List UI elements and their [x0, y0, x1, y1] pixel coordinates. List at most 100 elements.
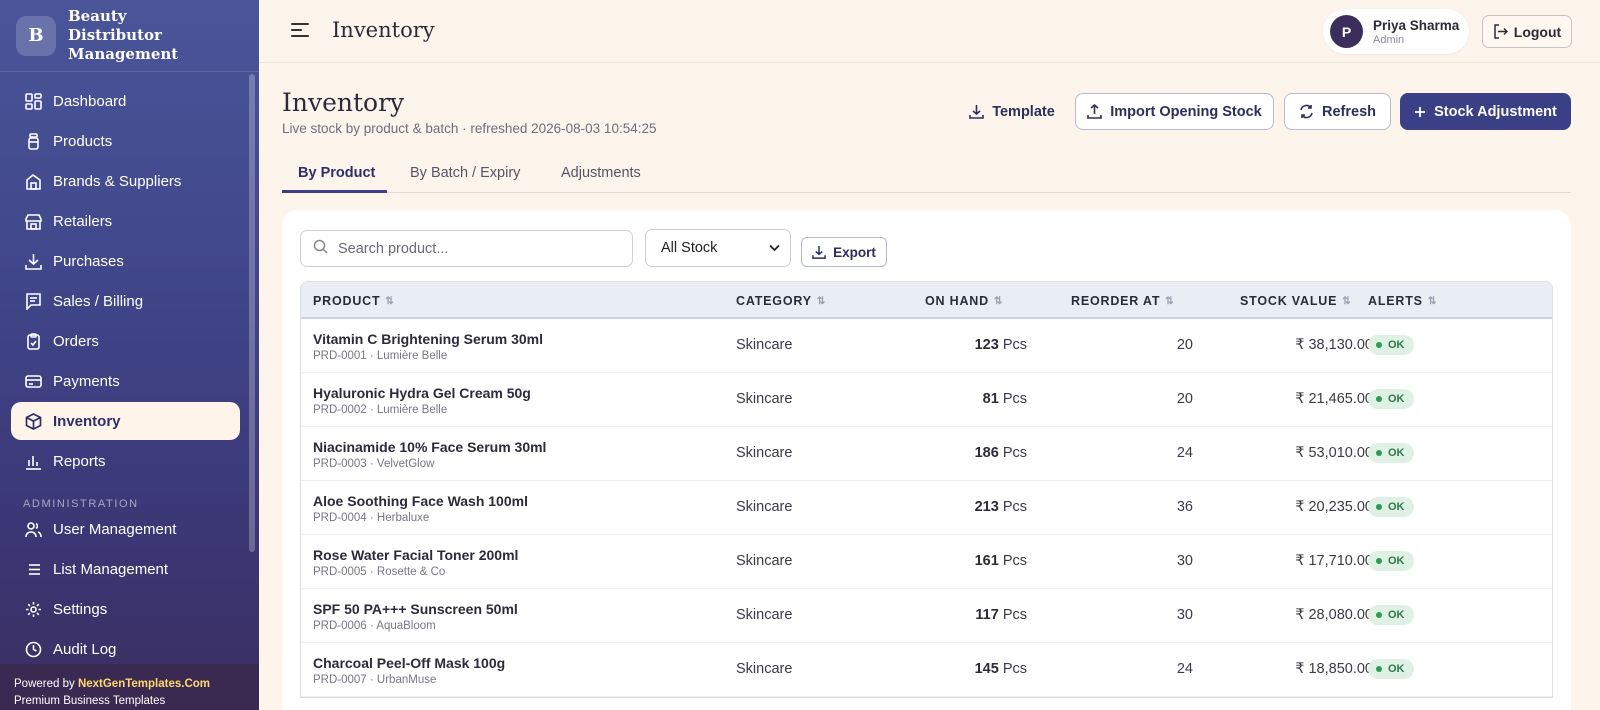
table-header: PRODUCT ⇅ CATEGORY ⇅ ON HAND ⇅ REORDER AT ⇅ …	[301, 282, 1552, 319]
sidebar-item-brands-suppliers[interactable]: Brands & Suppliers	[11, 162, 240, 200]
stock-value-cell: ₹ 28,080.00	[1295, 607, 1373, 623]
stock-value-cell: ₹ 20,235.00	[1295, 499, 1373, 515]
section-label-administration: ADMINISTRATION	[23, 498, 139, 510]
reorder-cell: 24	[1176, 661, 1193, 677]
product-name[interactable]: Charcoal Peel-Off Mask 100g	[313, 655, 505, 671]
tab-by-product[interactable]: By Product	[298, 165, 375, 181]
bar-chart-icon	[24, 452, 42, 470]
sidebar-scrollbar[interactable]	[249, 74, 255, 552]
on-hand-qty: 186	[974, 445, 999, 461]
export-label: Export	[833, 244, 876, 260]
table-row[interactable]: SPF 50 PA+++ Sunscreen 50ml PRD-0006 · A…	[301, 589, 1552, 643]
sidebar-item-sales-billing[interactable]: Sales / Billing	[11, 282, 240, 320]
reorder-cell: 20	[1176, 337, 1193, 353]
clock-icon	[24, 640, 42, 658]
sidebar-item-settings[interactable]: Settings	[11, 590, 240, 628]
category-cell: Skincare	[736, 391, 793, 407]
sidebar-item-label: Products	[53, 132, 113, 150]
user-name: Priya Sharma	[1373, 17, 1460, 33]
export-button[interactable]: Export	[801, 237, 887, 267]
status-badge: OK	[1368, 443, 1414, 463]
product-meta: PRD-0006 · AquaBloom	[313, 620, 436, 632]
status-badge-label: OK	[1388, 609, 1405, 621]
sidebar-item-list-management[interactable]: List Management	[11, 550, 240, 588]
sidebar-item-payments[interactable]: Payments	[11, 362, 240, 400]
user-menu[interactable]: P Priya Sharma Admin	[1323, 9, 1469, 54]
brand[interactable]: B Beauty Distributor Management	[0, 0, 259, 72]
product-name[interactable]: Hyaluronic Hydra Gel Cream 50g	[313, 385, 531, 401]
column-header-on-hand[interactable]: ON HAND ⇅	[925, 294, 1002, 308]
status-badge-label: OK	[1388, 501, 1405, 513]
on-hand-cell: 117 Pcs	[975, 607, 1027, 623]
column-header-reorder-at[interactable]: REORDER AT ⇅	[1071, 294, 1174, 308]
product-name[interactable]: SPF 50 PA+++ Sunscreen 50ml	[313, 601, 518, 617]
status-badge-label: OK	[1388, 555, 1405, 567]
status-dot-icon	[1376, 342, 1382, 348]
powered-by-line: Powered by NextGenTemplates.Com	[14, 676, 245, 693]
tab-by-batch-expiry[interactable]: By Batch / Expiry	[410, 165, 520, 181]
product-name[interactable]: Aloe Soothing Face Wash 100ml	[313, 493, 528, 509]
table-row[interactable]: Charcoal Peel-Off Mask 100g PRD-0007 · U…	[301, 643, 1552, 697]
sidebar-item-products[interactable]: Products	[11, 122, 240, 160]
reorder-cell: 20	[1176, 391, 1193, 407]
refresh-label: Refresh	[1322, 103, 1376, 120]
table-row[interactable]: Rose Water Facial Toner 200ml PRD-0005 ·…	[301, 535, 1552, 589]
column-header-stock-value[interactable]: STOCK VALUE ⇅	[1240, 294, 1351, 308]
product-name[interactable]: Rose Water Facial Toner 200ml	[313, 547, 518, 563]
table-row[interactable]: Aloe Soothing Face Wash 100ml PRD-0004 ·…	[301, 481, 1552, 535]
sort-icon: ⇅	[1342, 295, 1351, 307]
table-row[interactable]: Vitamin C Brightening Serum 30ml PRD-000…	[301, 319, 1552, 373]
on-hand-cell: 186 Pcs	[975, 445, 1027, 461]
status-dot-icon	[1376, 612, 1382, 618]
upload-icon	[1087, 104, 1103, 119]
search-input[interactable]	[338, 240, 618, 257]
stock-value-cell: ₹ 53,010.00	[1295, 445, 1373, 461]
download-icon	[969, 104, 985, 119]
column-header-category[interactable]: CATEGORY ⇅	[736, 294, 825, 308]
column-header-product[interactable]: PRODUCT ⇅	[313, 294, 394, 308]
category-cell: Skincare	[736, 607, 793, 623]
status-badge: OK	[1368, 605, 1414, 625]
status-badge-label: OK	[1388, 393, 1405, 405]
stock-adjustment-button[interactable]: Stock Adjustment	[1400, 93, 1571, 130]
bottle-icon	[24, 132, 42, 150]
on-hand-cell: 123 Pcs	[975, 337, 1027, 353]
sidebar-item-label: Payments	[53, 372, 120, 390]
tab-adjustments[interactable]: Adjustments	[561, 165, 641, 181]
stock-value-cell: ₹ 18,850.00	[1295, 661, 1373, 677]
menu-toggle-icon[interactable]	[291, 23, 309, 39]
on-hand-unit: Pcs	[1002, 337, 1027, 353]
logout-button[interactable]: Logout	[1482, 15, 1572, 48]
sidebar-item-retailers[interactable]: Retailers	[11, 202, 240, 240]
sidebar-item-label: List Management	[53, 560, 169, 578]
template-button[interactable]: Template	[962, 93, 1062, 130]
powered-brand-link[interactable]: NextGenTemplates.Com	[78, 678, 210, 690]
product-name[interactable]: Vitamin C Brightening Serum 30ml	[313, 331, 543, 347]
product-meta: PRD-0004 · Herbaluxe	[313, 512, 430, 524]
list-icon	[24, 560, 42, 578]
refresh-button[interactable]: Refresh	[1284, 93, 1391, 130]
sidebar-item-user-management[interactable]: User Management	[11, 510, 240, 548]
on-hand-unit: Pcs	[1002, 661, 1027, 677]
product-meta: PRD-0003 · VelvetGlow	[313, 458, 435, 470]
stock-filter-select[interactable]: All Stock	[645, 229, 791, 267]
sidebar-item-dashboard[interactable]: Dashboard	[11, 82, 240, 120]
sidebar-item-inventory[interactable]: Inventory	[11, 402, 240, 440]
search-box[interactable]	[300, 230, 633, 267]
sidebar-item-audit-log[interactable]: Audit Log	[11, 630, 240, 668]
sidebar-item-orders[interactable]: Orders	[11, 322, 240, 360]
table-row[interactable]: Niacinamide 10% Face Serum 30ml PRD-0003…	[301, 427, 1552, 481]
product-name[interactable]: Niacinamide 10% Face Serum 30ml	[313, 439, 546, 455]
sidebar-item-label: Purchases	[53, 252, 124, 270]
product-meta: PRD-0005 · Rosette & Co	[313, 566, 446, 578]
sidebar-item-purchases[interactable]: Purchases	[11, 242, 240, 280]
on-hand-qty: 213	[974, 499, 999, 515]
download-icon	[812, 245, 826, 259]
column-header-label: CATEGORY	[736, 294, 812, 308]
refresh-icon	[1299, 104, 1314, 119]
table-row[interactable]: Hyaluronic Hydra Gel Cream 50g PRD-0002 …	[301, 373, 1552, 427]
import-opening-stock-button[interactable]: Import Opening Stock	[1075, 93, 1274, 130]
column-header-alerts[interactable]: ALERTS ⇅	[1368, 294, 1436, 308]
sidebar-item-reports[interactable]: Reports	[11, 442, 240, 480]
status-badge: OK	[1368, 389, 1414, 409]
